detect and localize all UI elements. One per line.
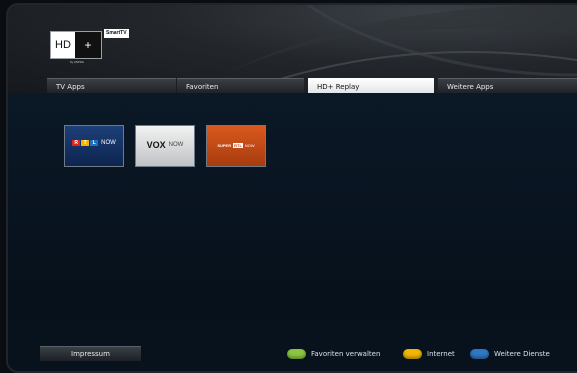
logo-plus-text: +	[75, 32, 101, 58]
logo-hd-text: HD	[55, 39, 71, 51]
rtl-logo-icon: R T L	[72, 140, 99, 146]
app-tile-rtl-now[interactable]: R T L NOW	[64, 125, 124, 167]
super-rtl-logo-icon: RTL	[233, 143, 243, 148]
tab-bar: TV Apps Favoriten HD+ Replay Weitere App…	[47, 78, 577, 93]
yellow-button-icon	[403, 349, 422, 359]
hint-weitere-dienste[interactable]: Weitere Dienste	[470, 349, 550, 359]
hint-weitere-dienste-label: Weitere Dienste	[494, 350, 550, 358]
vox-now-label: NOW	[168, 142, 184, 148]
header-bar: HD + by ASTRA SmartTV TV Apps Favoriten …	[8, 5, 577, 93]
tab-weitere-apps[interactable]: Weitere Apps	[438, 78, 577, 93]
hdplus-logo: HD + by ASTRA	[50, 31, 102, 64]
hint-favoriten-verwalten-label: Favoriten verwalten	[311, 350, 381, 358]
super-rtl-now-label: NOW	[244, 143, 255, 148]
rtl-letter-r: R	[72, 140, 81, 146]
tab-tv-apps[interactable]: TV Apps	[47, 78, 176, 93]
rtl-now-label: NOW	[101, 140, 116, 146]
app-tile-vox-now[interactable]: VOX NOW	[135, 125, 195, 167]
hint-internet[interactable]: Internet	[403, 349, 455, 359]
smarttv-badge: SmartTV	[104, 29, 129, 38]
green-button-icon	[287, 349, 306, 359]
hint-internet-label: Internet	[427, 350, 455, 358]
app-tile-super-rtl-now[interactable]: SUPER RTL NOW	[206, 125, 266, 167]
super-rtl-prefix: SUPER	[217, 143, 232, 148]
rtl-letter-l: L	[90, 140, 99, 146]
hint-favoriten-verwalten[interactable]: Favoriten verwalten	[287, 349, 380, 359]
tab-favoriten[interactable]: Favoriten	[177, 78, 304, 93]
blue-button-icon	[470, 349, 489, 359]
logo-subtitle: by ASTRA	[70, 60, 84, 64]
hdplus-logo-box: HD +	[50, 31, 102, 59]
tab-hd-replay[interactable]: HD+ Replay	[308, 78, 434, 93]
rtl-letter-t: T	[81, 140, 90, 146]
impressum-button[interactable]: Impressum	[40, 346, 141, 361]
tv-screen: HD + by ASTRA SmartTV TV Apps Favoriten …	[8, 5, 577, 371]
vox-logo-icon: VOX	[146, 140, 166, 150]
